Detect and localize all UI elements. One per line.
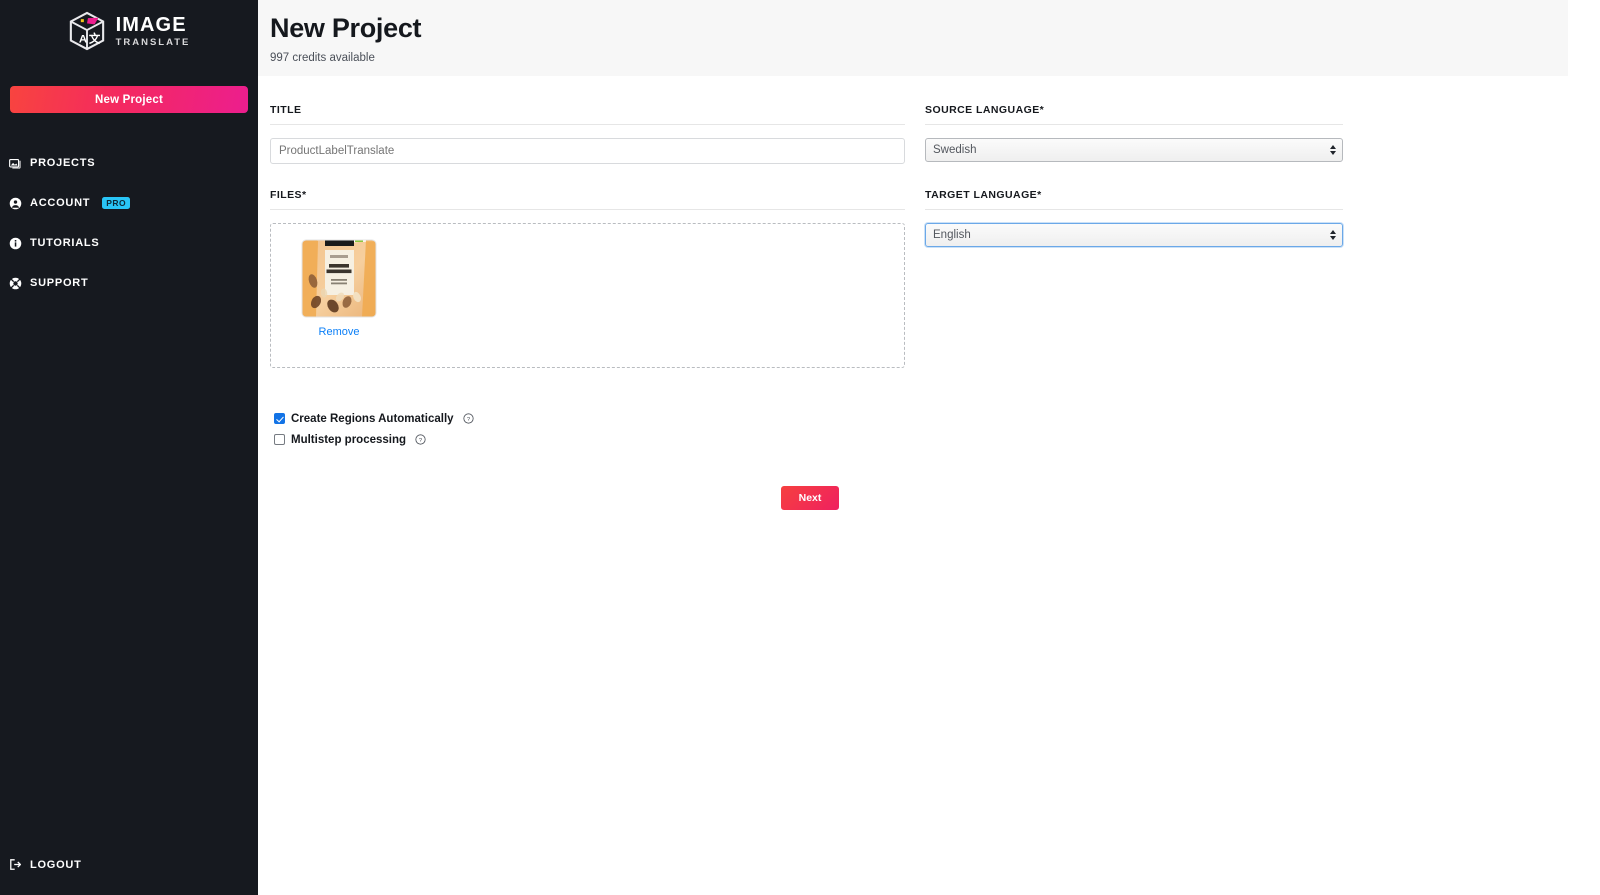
next-button[interactable]: Next bbox=[781, 486, 839, 510]
remove-file-link[interactable]: Remove bbox=[319, 326, 360, 338]
target-language-select[interactable]: English bbox=[925, 223, 1343, 247]
brand-wordmark: IMAGE TRANSLATE bbox=[116, 15, 191, 48]
sidebar-item-logout[interactable]: LOGOUT bbox=[0, 858, 82, 871]
sidebar-item-label: LOGOUT bbox=[30, 858, 82, 871]
svg-text:?: ? bbox=[419, 438, 423, 444]
create-regions-checkbox[interactable] bbox=[274, 413, 285, 424]
info-circle-icon bbox=[9, 237, 22, 249]
question-circle-icon[interactable]: ? bbox=[415, 434, 426, 445]
source-language-select[interactable]: Swedish bbox=[925, 138, 1343, 162]
option-create-regions[interactable]: Create Regions Automatically ? bbox=[274, 408, 905, 429]
file-card: Remove bbox=[299, 236, 379, 338]
page-header: New Project 997 credits available bbox=[258, 0, 1568, 76]
life-ring-icon bbox=[9, 277, 22, 289]
credits-available-text: 997 credits available bbox=[270, 52, 375, 65]
images-icon bbox=[9, 158, 21, 169]
option-multistep-processing[interactable]: Multistep processing ? bbox=[274, 429, 905, 450]
sidebar-item-account[interactable]: ACCOUNT PRO bbox=[0, 183, 258, 223]
form-column-left: TITLE FILES* bbox=[270, 104, 905, 450]
sidebar-item-label: SUPPORT bbox=[30, 277, 89, 289]
sidebar-nav: PROJECTS ACCOUNT PRO TUTORIALS SUPPORT bbox=[0, 143, 258, 303]
svg-text:A: A bbox=[79, 33, 87, 45]
sidebar-item-label: TUTORIALS bbox=[30, 237, 100, 249]
target-language-label: TARGET LANGUAGE* bbox=[925, 189, 1343, 210]
files-field-label: FILES* bbox=[270, 189, 905, 210]
next-button-row: Next bbox=[270, 486, 1350, 510]
svg-text:?: ? bbox=[466, 417, 470, 423]
question-circle-icon[interactable]: ? bbox=[462, 413, 474, 424]
create-regions-label: Create Regions Automatically bbox=[291, 412, 454, 425]
sidebar-item-tutorials[interactable]: TUTORIALS bbox=[0, 223, 258, 263]
source-language-label: SOURCE LANGUAGE* bbox=[925, 104, 1343, 125]
multistep-processing-checkbox[interactable] bbox=[274, 434, 285, 445]
sidebar-item-projects[interactable]: PROJECTS bbox=[0, 143, 258, 183]
file-dropzone[interactable]: Remove bbox=[270, 223, 905, 368]
svg-text:文: 文 bbox=[88, 31, 100, 45]
brand-title: IMAGE bbox=[115, 13, 187, 36]
form-column-right: SOURCE LANGUAGE* Swedish TARGET LANGUAGE… bbox=[925, 104, 1343, 450]
form-columns: TITLE FILES* bbox=[270, 104, 1588, 450]
target-language-select-wrap: English bbox=[925, 223, 1343, 247]
pro-badge: PRO bbox=[102, 196, 131, 210]
sidebar-item-label: ACCOUNT bbox=[30, 197, 91, 209]
new-project-button[interactable]: New Project bbox=[10, 86, 248, 113]
file-thumbnail[interactable] bbox=[300, 236, 378, 321]
form-area: TITLE FILES* bbox=[258, 76, 1600, 510]
source-language-select-wrap: Swedish bbox=[925, 138, 1343, 162]
brand-subtitle: TRANSLATE bbox=[115, 36, 191, 48]
cube-logo-icon: A 文 bbox=[69, 11, 104, 51]
main-content: New Project 997 credits available TITLE … bbox=[258, 0, 1600, 895]
sign-out-icon bbox=[10, 859, 22, 870]
sidebar-item-label: PROJECTS bbox=[30, 157, 96, 169]
user-circle-icon bbox=[9, 197, 22, 209]
multistep-processing-label: Multistep processing bbox=[291, 433, 407, 446]
sidebar-item-support[interactable]: SUPPORT bbox=[0, 263, 258, 303]
app-root: A 文 IMAGE TRANSLATE New Project PROJECTS bbox=[0, 0, 1600, 895]
title-input[interactable] bbox=[270, 138, 905, 164]
sidebar: A 文 IMAGE TRANSLATE New Project PROJECTS bbox=[0, 0, 258, 895]
page-title: New Project bbox=[270, 13, 422, 43]
options-group: Create Regions Automatically ? Multistep… bbox=[270, 408, 905, 450]
title-field-label: TITLE bbox=[270, 104, 905, 125]
brand-logo[interactable]: A 文 IMAGE TRANSLATE bbox=[0, 0, 258, 62]
